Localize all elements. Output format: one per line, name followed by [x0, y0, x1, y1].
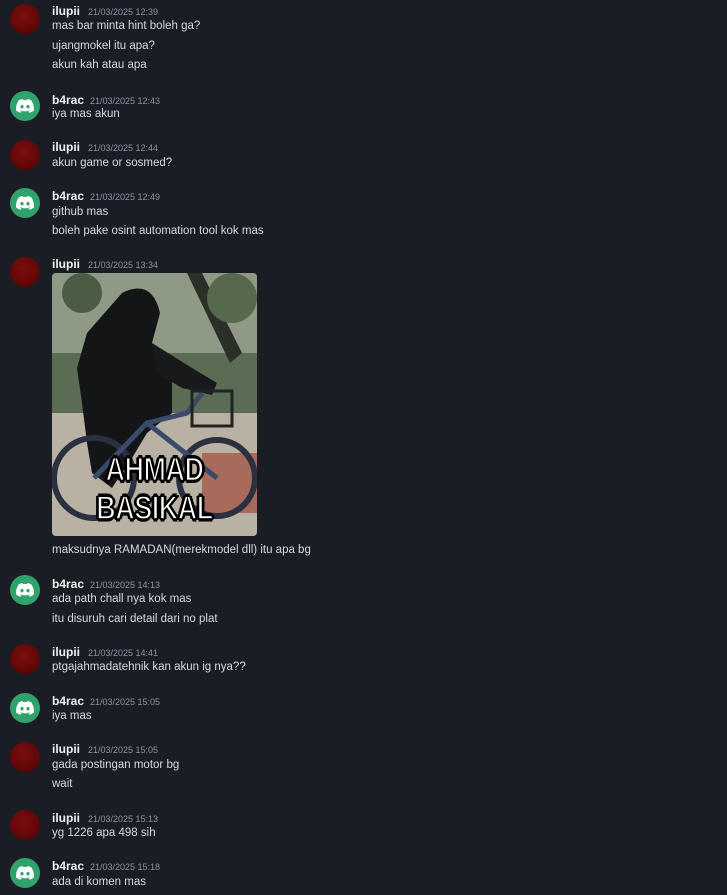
discord-logo-icon: [16, 866, 34, 880]
timestamp: 21/03/2025 12:39: [88, 7, 159, 17]
message-text: maksudnya RAMADAN(merekmodel dll) itu ap…: [52, 544, 311, 556]
message-text: akun kah atau apa: [52, 59, 147, 71]
avatar[interactable]: [10, 644, 40, 674]
message-text: ada di komen mas: [52, 876, 146, 888]
avatar[interactable]: [10, 140, 40, 170]
timestamp: 21/03/2025 15:05: [90, 697, 161, 707]
avatar[interactable]: [10, 188, 40, 218]
timestamp: 21/03/2025 15:13: [88, 814, 159, 824]
timestamp: 21/03/2025 15:18: [90, 862, 161, 872]
username[interactable]: b4rac: [52, 859, 84, 873]
message-text: ptgajahmadatehnik kan akun ig nya??: [52, 661, 246, 673]
message-text: iya mas: [52, 710, 92, 722]
username[interactable]: b4rac: [52, 93, 84, 107]
message-text: wait: [52, 778, 73, 790]
avatar[interactable]: [10, 810, 40, 840]
message-text: github mas: [52, 206, 109, 218]
timestamp: 21/03/2025 12:43: [90, 96, 161, 106]
username[interactable]: ilupii: [52, 140, 80, 154]
message-text: akun game or sosmed?: [52, 157, 173, 169]
avatar[interactable]: [10, 575, 40, 605]
gif-caption: AHMAD BASIKAL: [96, 449, 215, 527]
username[interactable]: ilupii: [52, 811, 80, 825]
timestamp: 21/03/2025 12:49: [90, 192, 161, 202]
avatar[interactable]: [10, 257, 40, 287]
username[interactable]: b4rac: [52, 694, 84, 708]
avatar[interactable]: [10, 693, 40, 723]
message-text: ada path chall nya kok mas: [52, 593, 192, 605]
discord-logo-icon: [16, 701, 34, 715]
timestamp: 21/03/2025 13:34: [88, 260, 159, 270]
discord-logo-icon: [16, 99, 34, 113]
username[interactable]: ilupii: [52, 257, 80, 271]
message-text: boleh pake osint automation tool kok mas: [52, 225, 264, 237]
username[interactable]: b4rac: [52, 577, 84, 591]
message-text: ujangmokel itu apa?: [52, 40, 155, 52]
message-text: iya mas akun: [52, 108, 120, 120]
discord-logo-icon: [16, 583, 34, 597]
username[interactable]: ilupii: [52, 742, 80, 756]
username[interactable]: ilupii: [52, 645, 80, 659]
message-text: mas bar minta hint boleh ga?: [52, 20, 201, 32]
timestamp: 21/03/2025 15:05: [88, 745, 159, 755]
message-text: itu disuruh cari detail dari no plat: [52, 613, 218, 625]
avatar[interactable]: [10, 858, 40, 888]
message-text: yg 1226 apa 498 sih: [52, 827, 156, 839]
username[interactable]: ilupii: [52, 4, 80, 18]
gif-attachment[interactable]: AHMAD BASIKAL: [52, 273, 257, 536]
timestamp: 21/03/2025 14:41: [88, 648, 159, 658]
avatar[interactable]: [10, 91, 40, 121]
discord-logo-icon: [16, 196, 34, 210]
message-text: gada postingan motor bg: [52, 759, 180, 771]
timestamp: 21/03/2025 12:44: [88, 143, 159, 153]
username[interactable]: b4rac: [52, 189, 84, 203]
avatar[interactable]: [10, 742, 40, 772]
avatar[interactable]: [10, 4, 40, 34]
timestamp: 21/03/2025 14:13: [90, 580, 161, 590]
